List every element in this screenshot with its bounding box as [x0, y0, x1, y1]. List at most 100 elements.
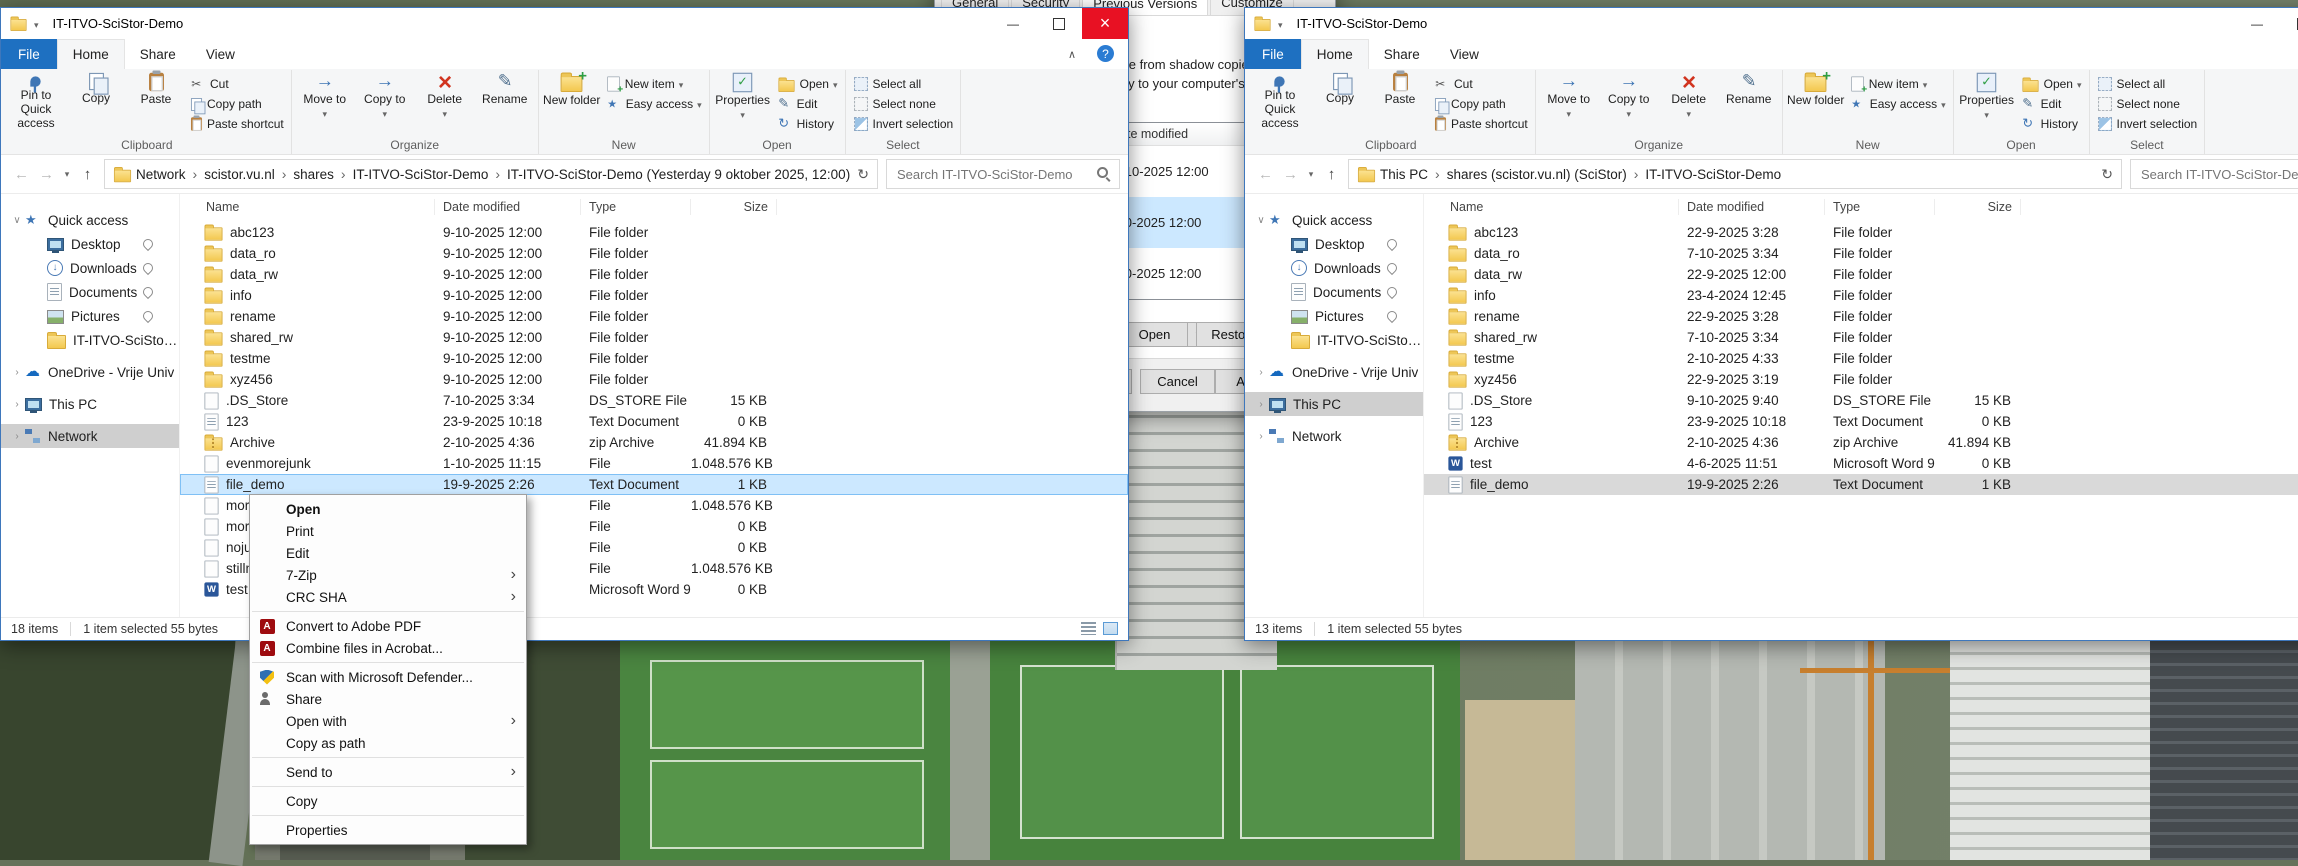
ribbon-button[interactable]: Open: [773, 74, 842, 94]
quick-access-toolbar-caret-icon[interactable]: [34, 15, 39, 33]
file-row[interactable]: file_demo 19-9-2025 2:26 Text Document 1…: [180, 474, 1128, 495]
file-row[interactable]: file_demo 19-9-2025 2:26 Text Document 1…: [1424, 474, 2298, 495]
ribbon-button[interactable]: Rename: [475, 70, 535, 121]
context-menu-item[interactable]: Properties: [250, 819, 526, 841]
context-menu-item[interactable]: Open with: [250, 710, 526, 732]
file-row[interactable]: testme 2-10-2025 4:33 File folder: [1424, 348, 2298, 369]
address-bar[interactable]: This PC shares (scistor.vu.nl) (SciStor)…: [1348, 159, 2122, 189]
breadcrumb-separator-icon[interactable]: [186, 166, 205, 182]
sidebar-item[interactable]: Desktop: [1, 232, 179, 256]
ribbon-button[interactable]: Invert selection: [2093, 114, 2202, 134]
ribbon-button[interactable]: Move to: [1539, 70, 1599, 121]
context-menu-item[interactable]: Convert to Adobe PDF: [250, 615, 526, 637]
sidebar-item[interactable]: Downloads: [1245, 256, 1423, 280]
context-menu-item[interactable]: Combine files in Acrobat...: [250, 637, 526, 659]
ribbon-button[interactable]: Edit: [2017, 94, 2086, 114]
ribbon-button[interactable]: New item: [602, 74, 706, 95]
sidebar-item[interactable]: Pictures: [1245, 304, 1423, 328]
context-menu-item[interactable]: Edit: [250, 542, 526, 564]
file-row[interactable]: shared_rw 7-10-2025 3:34 File folder: [1424, 327, 2298, 348]
sidebar-item[interactable]: › Network: [1, 424, 179, 448]
file-row[interactable]: test 4-6-2025 11:51 Microsoft Word 9... …: [1424, 453, 2298, 474]
ribbon-tab[interactable]: Share: [1369, 39, 1435, 69]
ribbon-tab[interactable]: Home: [1300, 39, 1369, 69]
file-row[interactable]: 123 23-9-2025 10:18 Text Document 0 KB: [1424, 411, 2298, 432]
tree-expander-icon[interactable]: ›: [1253, 399, 1269, 410]
context-menu-item[interactable]: Open: [250, 498, 526, 520]
breadcrumb-separator-icon[interactable]: [275, 166, 294, 182]
ribbon-button[interactable]: New folder: [542, 68, 602, 108]
ribbon-button[interactable]: History: [773, 114, 842, 134]
ribbon-button[interactable]: Copy to: [355, 70, 415, 121]
file-row[interactable]: info 9-10-2025 12:00 File folder: [180, 285, 1128, 306]
file-row[interactable]: testme 9-10-2025 12:00 File folder: [180, 348, 1128, 369]
breadcrumb-segment[interactable]: IT-ITVO-SciStor-Demo: [1645, 167, 1781, 182]
file-row[interactable]: abc123 9-10-2025 12:00 File folder: [180, 222, 1128, 243]
sidebar-item[interactable]: › This PC: [1, 392, 179, 416]
file-row[interactable]: shared_rw 9-10-2025 12:00 File folder: [180, 327, 1128, 348]
maximize-button[interactable]: [1036, 8, 1082, 39]
back-button[interactable]: [1253, 161, 1278, 187]
ribbon-button[interactable]: Rename: [1719, 70, 1779, 121]
tree-expander-icon[interactable]: ›: [9, 367, 25, 378]
column-header[interactable]: Type: [581, 199, 691, 215]
ribbon-tab[interactable]: File: [1, 39, 57, 69]
quick-access-toolbar-caret-icon[interactable]: [1278, 15, 1283, 33]
column-header[interactable]: Date modified: [435, 199, 581, 215]
breadcrumb-separator-icon[interactable]: [334, 166, 353, 182]
ribbon-button[interactable]: Paste shortcut: [1430, 114, 1532, 134]
ribbon-button[interactable]: Select all: [2093, 74, 2202, 94]
ribbon-button[interactable]: Cut: [1430, 74, 1532, 94]
address-bar[interactable]: Network scistor.vu.nl shares IT-ITVO-Sci…: [104, 159, 878, 189]
file-row[interactable]: data_rw 22-9-2025 12:00 File folder: [1424, 264, 2298, 285]
file-row[interactable]: 123 23-9-2025 10:18 Text Document 0 KB: [180, 411, 1128, 432]
breadcrumb-segment[interactable]: IT-ITVO-SciStor-Demo (Yesterday 9 oktobe…: [507, 167, 850, 182]
breadcrumb-segment[interactable]: IT-ITVO-SciStor-Demo: [353, 166, 507, 182]
sidebar-item[interactable]: ∨ Quick access: [1, 208, 179, 232]
ribbon-tab[interactable]: File: [1245, 39, 1301, 69]
collapse-ribbon-icon[interactable]: [1060, 39, 1084, 69]
column-header[interactable]: Size: [1935, 199, 2021, 215]
ribbon-button[interactable]: Delete: [1659, 70, 1719, 121]
context-menu-item[interactable]: Scan with Microsoft Defender...: [250, 666, 526, 688]
refresh-icon[interactable]: [2101, 166, 2113, 183]
ribbon-button[interactable]: New folder: [1786, 68, 1846, 108]
breadcrumb-separator-icon[interactable]: [1428, 166, 1447, 182]
search-box[interactable]: [886, 159, 1120, 189]
sidebar-item[interactable]: Documents: [1245, 280, 1423, 304]
tree-expander-icon[interactable]: ›: [9, 431, 25, 442]
ribbon-button[interactable]: Delete: [415, 70, 475, 121]
ribbon-button[interactable]: Cut: [186, 74, 288, 94]
list-view-toggle-icon[interactable]: [1081, 622, 1096, 635]
breadcrumb-separator-icon[interactable]: [1627, 166, 1646, 182]
ribbon-button[interactable]: History: [2017, 114, 2086, 134]
ribbon-tab[interactable]: View: [191, 39, 250, 69]
ribbon-tab[interactable]: View: [1435, 39, 1494, 69]
breadcrumb-segment[interactable]: Network: [136, 166, 204, 182]
title-bar[interactable]: IT-ITVO-SciStor-Demo: [1245, 8, 2298, 39]
minimize-button[interactable]: [990, 8, 1036, 39]
context-menu-item[interactable]: Send to: [250, 761, 526, 783]
ribbon-button[interactable]: Copy: [66, 70, 126, 130]
context-menu-item[interactable]: Share: [250, 688, 526, 710]
search-input[interactable]: [895, 165, 1097, 183]
file-row[interactable]: Archive 2-10-2025 4:36 zip Archive 41.89…: [1424, 432, 2298, 453]
close-button[interactable]: [1082, 8, 1128, 39]
context-menu-item[interactable]: Copy: [250, 790, 526, 812]
ribbon-button[interactable]: Copy: [1310, 70, 1370, 130]
sidebar-item[interactable]: ∨ Quick access: [1245, 208, 1423, 232]
sidebar-item[interactable]: › Network: [1245, 424, 1423, 448]
column-header[interactable]: Name: [1424, 199, 1679, 215]
refresh-icon[interactable]: [857, 166, 869, 183]
ribbon-button[interactable]: Paste: [1370, 70, 1430, 130]
forward-button[interactable]: [34, 161, 59, 187]
sidebar-item[interactable]: IT-ITVO-SciStor-I...: [1, 328, 179, 352]
tree-expander-icon[interactable]: ∨: [9, 215, 25, 226]
breadcrumb-segment[interactable]: This PC: [1380, 166, 1447, 182]
title-bar[interactable]: IT-ITVO-SciStor-Demo: [1, 8, 1128, 39]
ribbon-button[interactable]: Easy access: [1846, 94, 1950, 114]
file-row[interactable]: evenmorejunk 1-10-2025 11:15 File 1.048.…: [180, 453, 1128, 474]
ribbon-button[interactable]: Select all: [849, 74, 958, 94]
ribbon-button[interactable]: Easy access: [602, 94, 706, 114]
ribbon-button[interactable]: Pin to Quick access: [6, 70, 66, 130]
